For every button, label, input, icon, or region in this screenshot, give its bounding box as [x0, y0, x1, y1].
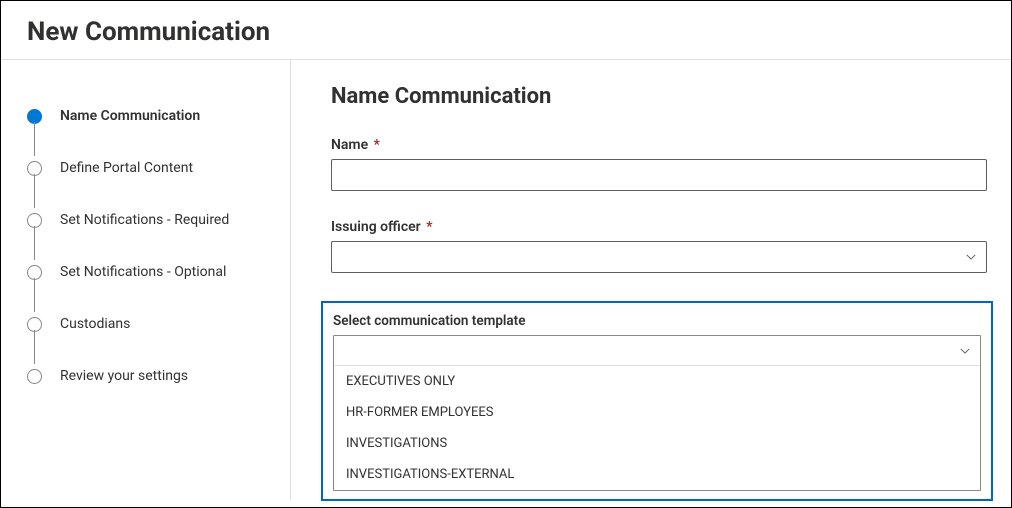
chevron-down-icon	[966, 252, 976, 262]
label-text: Name	[331, 137, 368, 153]
wizard-stepper: Name Communication Define Portal Content…	[1, 60, 291, 500]
select-box[interactable]	[334, 336, 980, 366]
template-highlight-box: Select communication template EXECUTIVES…	[321, 301, 993, 501]
name-label: Name *	[331, 137, 987, 153]
step-set-notifications-required[interactable]: Set Notifications - Required	[27, 194, 290, 246]
step-indicator-icon	[27, 109, 42, 124]
content-area: Name Communication Define Portal Content…	[1, 59, 1011, 501]
template-option-executives-only[interactable]: EXECUTIVES ONLY	[334, 366, 980, 397]
main-panel: Name Communication Name * Issuing office…	[291, 60, 1011, 501]
name-input[interactable]	[331, 159, 987, 191]
issuing-officer-field-group: Issuing officer *	[331, 219, 987, 273]
step-label: Set Notifications - Required	[60, 212, 229, 228]
panel-heading: Name Communication	[331, 84, 987, 109]
step-indicator-icon	[27, 317, 42, 332]
issuing-officer-label: Issuing officer *	[331, 219, 987, 235]
template-option-investigations[interactable]: INVESTIGATIONS	[334, 428, 980, 459]
name-field-group: Name *	[331, 137, 987, 191]
step-label: Define Portal Content	[60, 160, 193, 176]
required-indicator: *	[426, 219, 432, 235]
step-indicator-icon	[27, 161, 42, 176]
step-label: Custodians	[60, 316, 130, 332]
issuing-officer-select[interactable]	[331, 241, 987, 273]
step-label: Review your settings	[60, 368, 188, 384]
chevron-down-icon	[960, 346, 970, 356]
step-indicator-icon	[27, 369, 42, 384]
label-text: Issuing officer	[331, 219, 421, 235]
step-label: Set Notifications - Optional	[60, 264, 226, 280]
step-indicator-icon	[27, 265, 42, 280]
step-review-your-settings[interactable]: Review your settings	[27, 350, 290, 402]
step-indicator-icon	[27, 213, 42, 228]
template-option-hr-former-employees[interactable]: HR-FORMER EMPLOYEES	[334, 397, 980, 428]
step-set-notifications-optional[interactable]: Set Notifications - Optional	[27, 246, 290, 298]
template-label: Select communication template	[333, 313, 981, 329]
template-option-investigations-external[interactable]: INVESTIGATIONS-EXTERNAL	[334, 459, 980, 490]
step-define-portal-content[interactable]: Define Portal Content	[27, 142, 290, 194]
step-label: Name Communication	[60, 108, 200, 124]
template-dropdown-list: EXECUTIVES ONLY HR-FORMER EMPLOYEES INVE…	[334, 366, 980, 490]
required-indicator: *	[374, 137, 380, 153]
template-select[interactable]: EXECUTIVES ONLY HR-FORMER EMPLOYEES INVE…	[333, 335, 981, 491]
page-title: New Communication	[1, 1, 1011, 59]
select-box[interactable]	[331, 241, 987, 273]
step-custodians[interactable]: Custodians	[27, 298, 290, 350]
step-name-communication[interactable]: Name Communication	[27, 90, 290, 142]
